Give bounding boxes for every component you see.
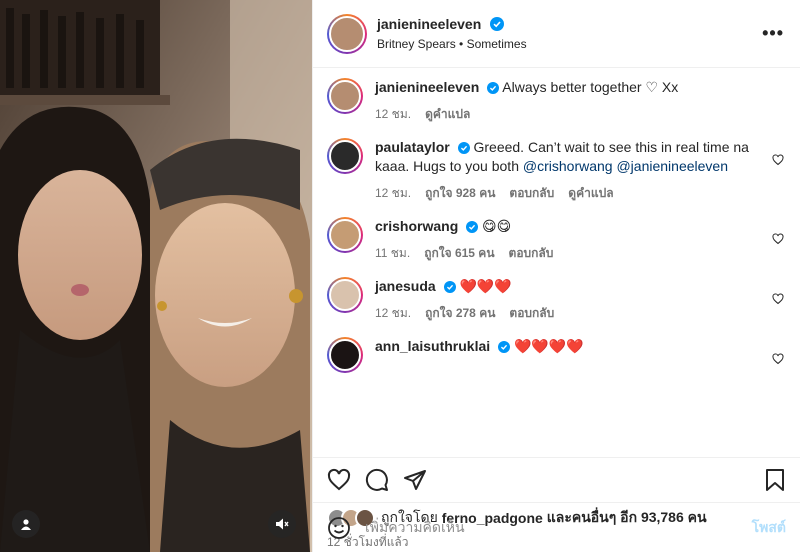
- verified-badge-icon: [487, 82, 500, 94]
- comment: crishorwang 😋😋 11 ชม. ถูกใจ 615 คน ตอบกล…: [327, 217, 786, 263]
- post-video[interactable]: [0, 0, 312, 552]
- post-dialog: janienineeleven Britney Spears • Sometim…: [0, 0, 800, 552]
- like-comment-heart-icon[interactable]: [772, 154, 784, 166]
- comment-likes[interactable]: ถูกใจ 615 คน: [424, 244, 494, 263]
- comment-input[interactable]: เพิ่มความคิดเห็น: [365, 517, 752, 539]
- like-comment-heart-icon[interactable]: [772, 293, 784, 305]
- comment: paulataylor Greeed. Can’t wait to see th…: [327, 138, 786, 203]
- verified-badge-icon: [498, 341, 511, 353]
- save-bookmark-icon[interactable]: [764, 468, 786, 492]
- comment: ann_laisuthruklai ❤️❤️❤️❤️: [327, 337, 786, 373]
- avatar[interactable]: [327, 337, 363, 373]
- avatar[interactable]: [327, 277, 363, 313]
- action-bar: [313, 457, 800, 501]
- comment-text: ❤️❤️❤️❤️: [513, 338, 584, 354]
- post-comment-button[interactable]: โพสต์: [752, 517, 786, 539]
- comment-likes[interactable]: ถูกใจ 278 คน: [425, 304, 495, 323]
- like-heart-icon[interactable]: [327, 468, 351, 492]
- author-username[interactable]: janienineeleven: [377, 16, 481, 32]
- more-options-button[interactable]: •••: [762, 23, 784, 44]
- comment-text: ❤️❤️❤️: [459, 278, 512, 294]
- like-comment-heart-icon[interactable]: [772, 233, 784, 245]
- comment-username[interactable]: janesuda: [375, 278, 436, 294]
- comment-composer: เพิ่มความคิดเห็น โพสต์: [313, 502, 800, 552]
- author-avatar[interactable]: [327, 13, 367, 54]
- comment-username[interactable]: crishorwang: [375, 218, 458, 234]
- mention-link[interactable]: @janienineeleven: [616, 158, 728, 174]
- user-icon: [21, 519, 31, 530]
- share-paper-plane-icon[interactable]: [403, 468, 427, 492]
- audio-track[interactable]: Britney Spears • Sometimes: [377, 37, 527, 51]
- mention-link[interactable]: @crishorwang: [523, 158, 613, 174]
- post-panel: janienineeleven Britney Spears • Sometim…: [312, 0, 800, 552]
- speaker-muted-icon: [276, 518, 289, 530]
- verified-badge-icon: [466, 221, 479, 233]
- like-comment-heart-icon[interactable]: [772, 353, 784, 365]
- avatar[interactable]: [327, 217, 363, 253]
- comment-username[interactable]: janienineeleven: [375, 79, 479, 95]
- comment-bubble-icon[interactable]: [365, 468, 389, 492]
- comment-list: janienineeleven Always better together ♡…: [313, 68, 800, 457]
- verified-badge-icon: [489, 17, 504, 31]
- emoji-icon[interactable]: [327, 516, 351, 540]
- comment-time[interactable]: 12 ชม.: [375, 105, 411, 124]
- translate-button[interactable]: ดูคำแปล: [568, 184, 613, 203]
- translate-button[interactable]: ดูคำแปล: [425, 105, 470, 124]
- comment-text: 😋😋: [482, 218, 512, 234]
- verified-badge-icon: [443, 281, 456, 293]
- reply-button[interactable]: ตอบกลับ: [509, 244, 554, 263]
- post-header: janienineeleven Britney Spears • Sometim…: [313, 0, 800, 68]
- comment-username[interactable]: paulataylor: [375, 139, 450, 155]
- reply-button[interactable]: ตอบกลับ: [509, 304, 554, 323]
- comment-time[interactable]: 12 ชม.: [375, 184, 411, 203]
- avatar[interactable]: [327, 78, 363, 114]
- reply-button[interactable]: ตอบกลับ: [509, 184, 554, 203]
- tagged-users-button[interactable]: [12, 510, 40, 538]
- video-frame: [0, 0, 312, 552]
- comment-time[interactable]: 11 ชม.: [375, 244, 410, 263]
- comment-time[interactable]: 12 ชม.: [375, 304, 411, 323]
- caption: janienineeleven Always better together ♡…: [327, 78, 786, 124]
- audio-toggle-button[interactable]: [268, 510, 296, 538]
- verified-badge-icon: [457, 142, 470, 154]
- avatar[interactable]: [327, 138, 363, 174]
- comment-username[interactable]: ann_laisuthruklai: [375, 338, 490, 354]
- comment: janesuda ❤️❤️❤️ 12 ชม. ถูกใจ 278 คน ตอบก…: [327, 277, 786, 323]
- comment-likes[interactable]: ถูกใจ 928 คน: [425, 184, 495, 203]
- comment-text: Always better together ♡ Xx: [502, 79, 679, 95]
